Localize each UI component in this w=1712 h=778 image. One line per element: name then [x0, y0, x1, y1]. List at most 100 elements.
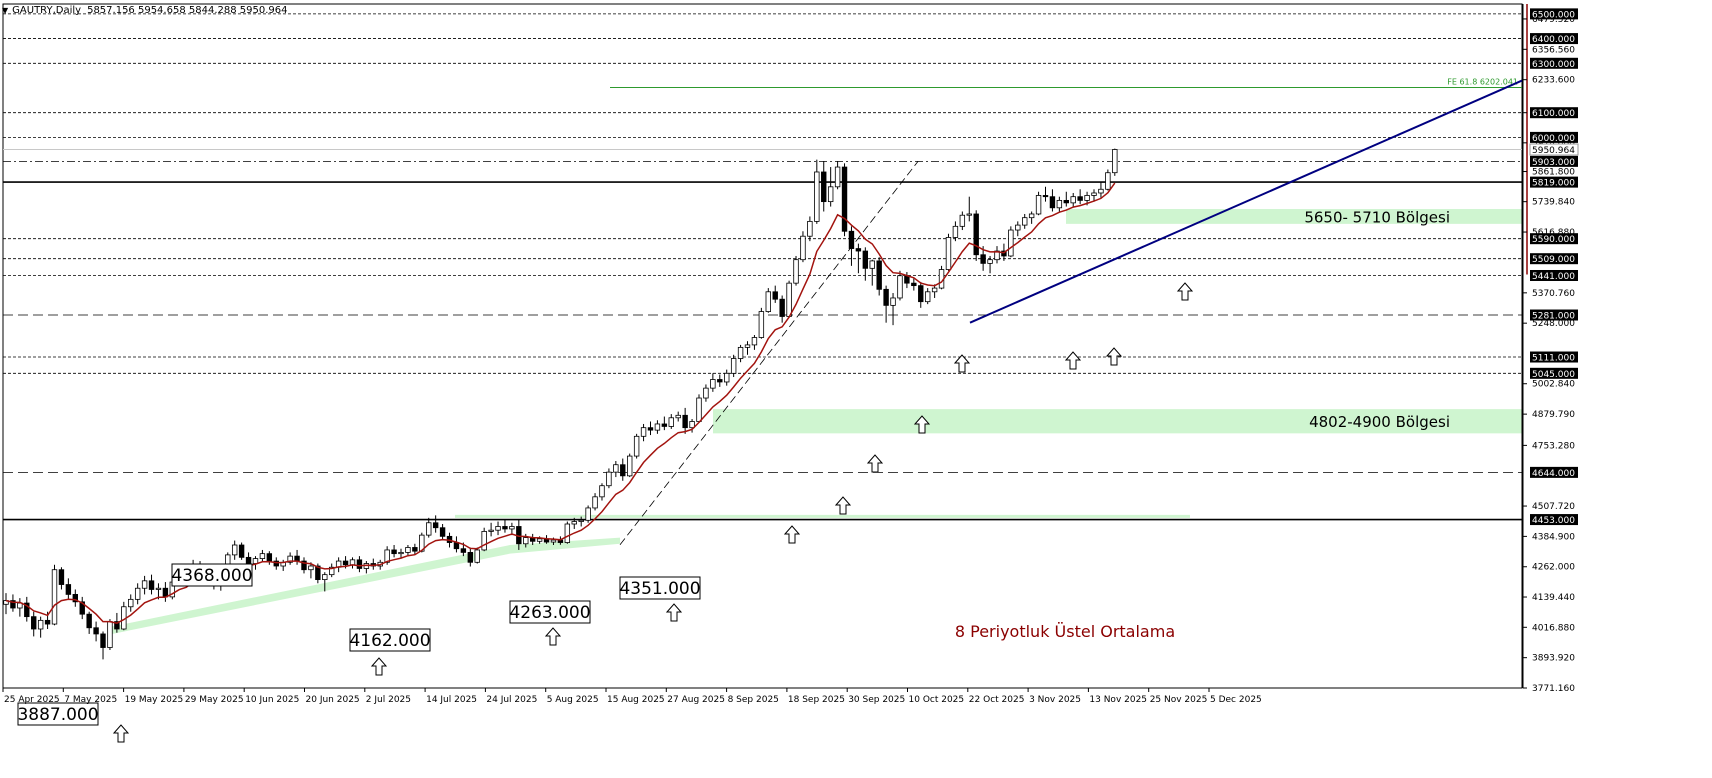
candle-body — [931, 287, 938, 293]
candle — [294, 549, 300, 565]
candle-body — [37, 619, 44, 630]
x-tick-label: 10 Oct 2025 — [909, 695, 965, 705]
candle-body — [44, 619, 51, 625]
x-tick-label: 25 Apr 2025 — [4, 695, 60, 705]
candle-body — [1022, 217, 1028, 226]
candle-body — [1008, 229, 1014, 257]
candle-body — [620, 464, 626, 477]
candle-body — [911, 282, 917, 287]
x-tick-label: 15 Aug 2025 — [607, 695, 665, 705]
candle — [405, 545, 411, 557]
candle-body — [51, 569, 58, 625]
candle-body — [613, 464, 619, 473]
x-tick-label: 25 Nov 2025 — [1150, 695, 1208, 705]
candle-body — [432, 522, 439, 529]
x-tick-label: 27 Aug 2025 — [667, 695, 725, 705]
candle — [17, 598, 23, 617]
price-annotation-label: 4263.000 — [509, 603, 590, 623]
candle — [661, 416, 668, 431]
candle — [911, 278, 917, 291]
candle-body — [1098, 188, 1104, 194]
x-tick-label: 24 Jul 2025 — [486, 695, 537, 705]
level-price-label: 5903.000 — [1532, 158, 1575, 168]
level-price-label: 6100.000 — [1532, 109, 1575, 119]
time-axis-layer: 25 Apr 2025 7 May 2025 19 May 2025 29 May 2… — [2, 687, 1522, 705]
candle-body — [696, 397, 702, 422]
candle — [758, 307, 765, 339]
up-arrow-icon — [1176, 282, 1194, 301]
candle — [744, 341, 751, 355]
candle-body — [647, 427, 654, 431]
ema-label: 8 Periyotluk Üstel Ortalama — [955, 622, 1175, 641]
candle-body — [31, 616, 37, 630]
candle-body — [502, 526, 508, 530]
triangle-down-icon[interactable]: ▼ — [2, 6, 8, 15]
candle-body — [1035, 195, 1042, 215]
candle — [1022, 213, 1028, 229]
candle — [335, 557, 342, 573]
candle — [162, 582, 169, 602]
candle-body — [703, 387, 709, 399]
candle — [578, 516, 584, 527]
candle-body — [342, 560, 349, 566]
candle — [585, 505, 591, 523]
candle — [703, 384, 709, 402]
candle-body — [509, 526, 515, 530]
symbol-label: GAUTRY,Daily — [12, 4, 82, 16]
up-arrow-icon — [953, 354, 971, 373]
candle — [613, 461, 619, 478]
arrows-layer — [112, 282, 1194, 743]
candle-body — [481, 531, 487, 551]
candle — [134, 583, 141, 605]
x-tick-label: 20 Jun 2025 — [306, 695, 360, 705]
candle — [1112, 148, 1118, 176]
candle-body — [86, 613, 92, 629]
candle — [238, 542, 245, 560]
level-price-label: 5590.000 — [1532, 235, 1575, 245]
price-annotation-label: 4162.000 — [349, 631, 430, 651]
candle-body — [654, 423, 661, 431]
up-arrow-icon — [866, 454, 884, 473]
price-annotation-label: 4368.000 — [171, 566, 252, 586]
candle — [821, 161, 827, 212]
candle-body — [980, 254, 986, 264]
candle-body — [349, 559, 356, 566]
candle-body — [717, 379, 723, 383]
price-chart[interactable]: 5650- 5710 Bölgesi 4802-4900 Bölgesi FE 6… — [0, 0, 1712, 773]
candle — [529, 533, 536, 546]
candle — [765, 288, 771, 313]
candle — [876, 257, 882, 296]
candle-body — [585, 507, 591, 521]
candle — [474, 547, 480, 564]
y-tick-label: 6356.560 — [1532, 45, 1575, 55]
candle — [994, 246, 1000, 264]
y-tick-label: 6233.600 — [1532, 76, 1575, 86]
candle-body — [1015, 224, 1021, 231]
up-arrow-icon — [112, 724, 130, 743]
x-tick-label: 3 Nov 2025 — [1029, 695, 1081, 705]
candle — [1035, 191, 1042, 216]
candle — [730, 354, 737, 378]
candle-body — [1056, 199, 1063, 209]
candle — [363, 561, 370, 574]
candle-body — [308, 565, 314, 571]
candle-body — [488, 529, 494, 532]
chart-container: 5650- 5710 Bölgesi 4802-4900 Bölgesi FE 6… — [0, 0, 1712, 773]
candle — [86, 611, 92, 634]
candle-body — [779, 298, 785, 317]
level-price-label: 5509.000 — [1532, 255, 1575, 265]
candle — [1077, 189, 1083, 205]
up-arrow-icon — [783, 525, 801, 544]
y-tick-label: 3771.160 — [1532, 684, 1575, 694]
candle — [273, 557, 279, 570]
candle-body — [883, 288, 889, 306]
chart-header: ▼ GAUTRY,Daily 5857.156 5954.658 5844.28… — [2, 2, 287, 18]
y-tick-label: 4384.900 — [1532, 532, 1575, 542]
candle-body — [862, 250, 869, 269]
candle — [959, 211, 966, 231]
candle-body — [710, 379, 716, 389]
candle — [779, 295, 785, 323]
zone-label: 4802-4900 Bölgesi — [1309, 413, 1450, 431]
candle — [647, 421, 654, 436]
candle-body — [1070, 196, 1076, 204]
